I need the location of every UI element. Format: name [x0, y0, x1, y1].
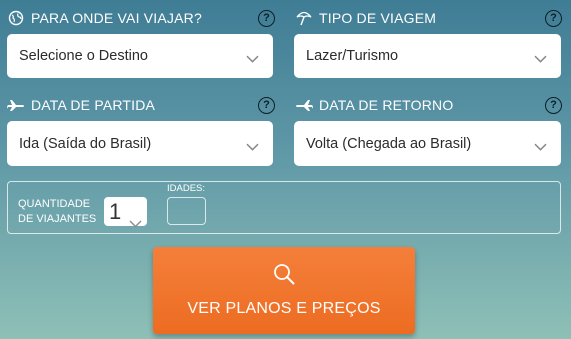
- departure-help-icon[interactable]: ?: [258, 97, 275, 114]
- trip-type-select-value: Lazer/Turismo: [306, 48, 399, 64]
- destination-help-icon[interactable]: ?: [258, 10, 275, 27]
- view-plans-button[interactable]: VER PLANOS E PREÇOS: [153, 247, 415, 334]
- search-icon: [273, 263, 295, 290]
- return-label: DATA DE RETORNO: [295, 96, 453, 114]
- chevron-down-icon: [246, 51, 259, 67]
- plane-departure-icon: [7, 96, 25, 114]
- departure-label-text: DATA DE PARTIDA: [31, 97, 156, 113]
- return-label-text: DATA DE RETORNO: [319, 97, 454, 113]
- trip-type-label: TIPO DE VIAGEM: [295, 9, 436, 27]
- return-help-icon[interactable]: ?: [545, 97, 562, 114]
- destination-select-value: Selecione o Destino: [19, 48, 148, 64]
- ages-label: IDADES:: [167, 183, 206, 194]
- beach-umbrella-icon: [295, 9, 313, 27]
- chevron-down-icon: [534, 51, 547, 67]
- trip-type-help-icon[interactable]: ?: [545, 10, 562, 27]
- destination-label: PARA ONDE VAI VIAJAR?: [7, 9, 202, 27]
- plane-return-icon: [295, 96, 313, 114]
- globe-icon: [7, 9, 25, 27]
- chevron-down-icon: [534, 139, 547, 155]
- trip-type-select[interactable]: Lazer/Turismo: [294, 34, 561, 78]
- chevron-down-icon: [129, 208, 142, 234]
- travelers-quantity-label: QUANTIDADE DE VIAJANTES: [18, 198, 97, 225]
- return-select-value: Volta (Chegada ao Brasil): [306, 135, 472, 152]
- departure-select-value: Ida (Saída do Brasil): [19, 135, 152, 152]
- trip-type-label-text: TIPO DE VIAGEM: [319, 10, 437, 26]
- destination-select[interactable]: Selecione o Destino: [7, 34, 273, 78]
- return-select[interactable]: Volta (Chegada ao Brasil): [294, 121, 561, 166]
- departure-label: DATA DE PARTIDA: [7, 96, 155, 114]
- chevron-down-icon: [246, 139, 259, 155]
- departure-select[interactable]: Ida (Saída do Brasil): [7, 121, 273, 166]
- destination-label-text: PARA ONDE VAI VIAJAR?: [31, 10, 202, 26]
- travelers-quantity-value: 1: [109, 198, 122, 224]
- travelers-panel: QUANTIDADE DE VIAJANTES 1 IDADES:: [7, 181, 561, 234]
- travelers-quantity-select[interactable]: 1: [104, 197, 147, 228]
- view-plans-button-label: VER PLANOS E PREÇOS: [187, 300, 381, 317]
- age-input[interactable]: [167, 197, 206, 225]
